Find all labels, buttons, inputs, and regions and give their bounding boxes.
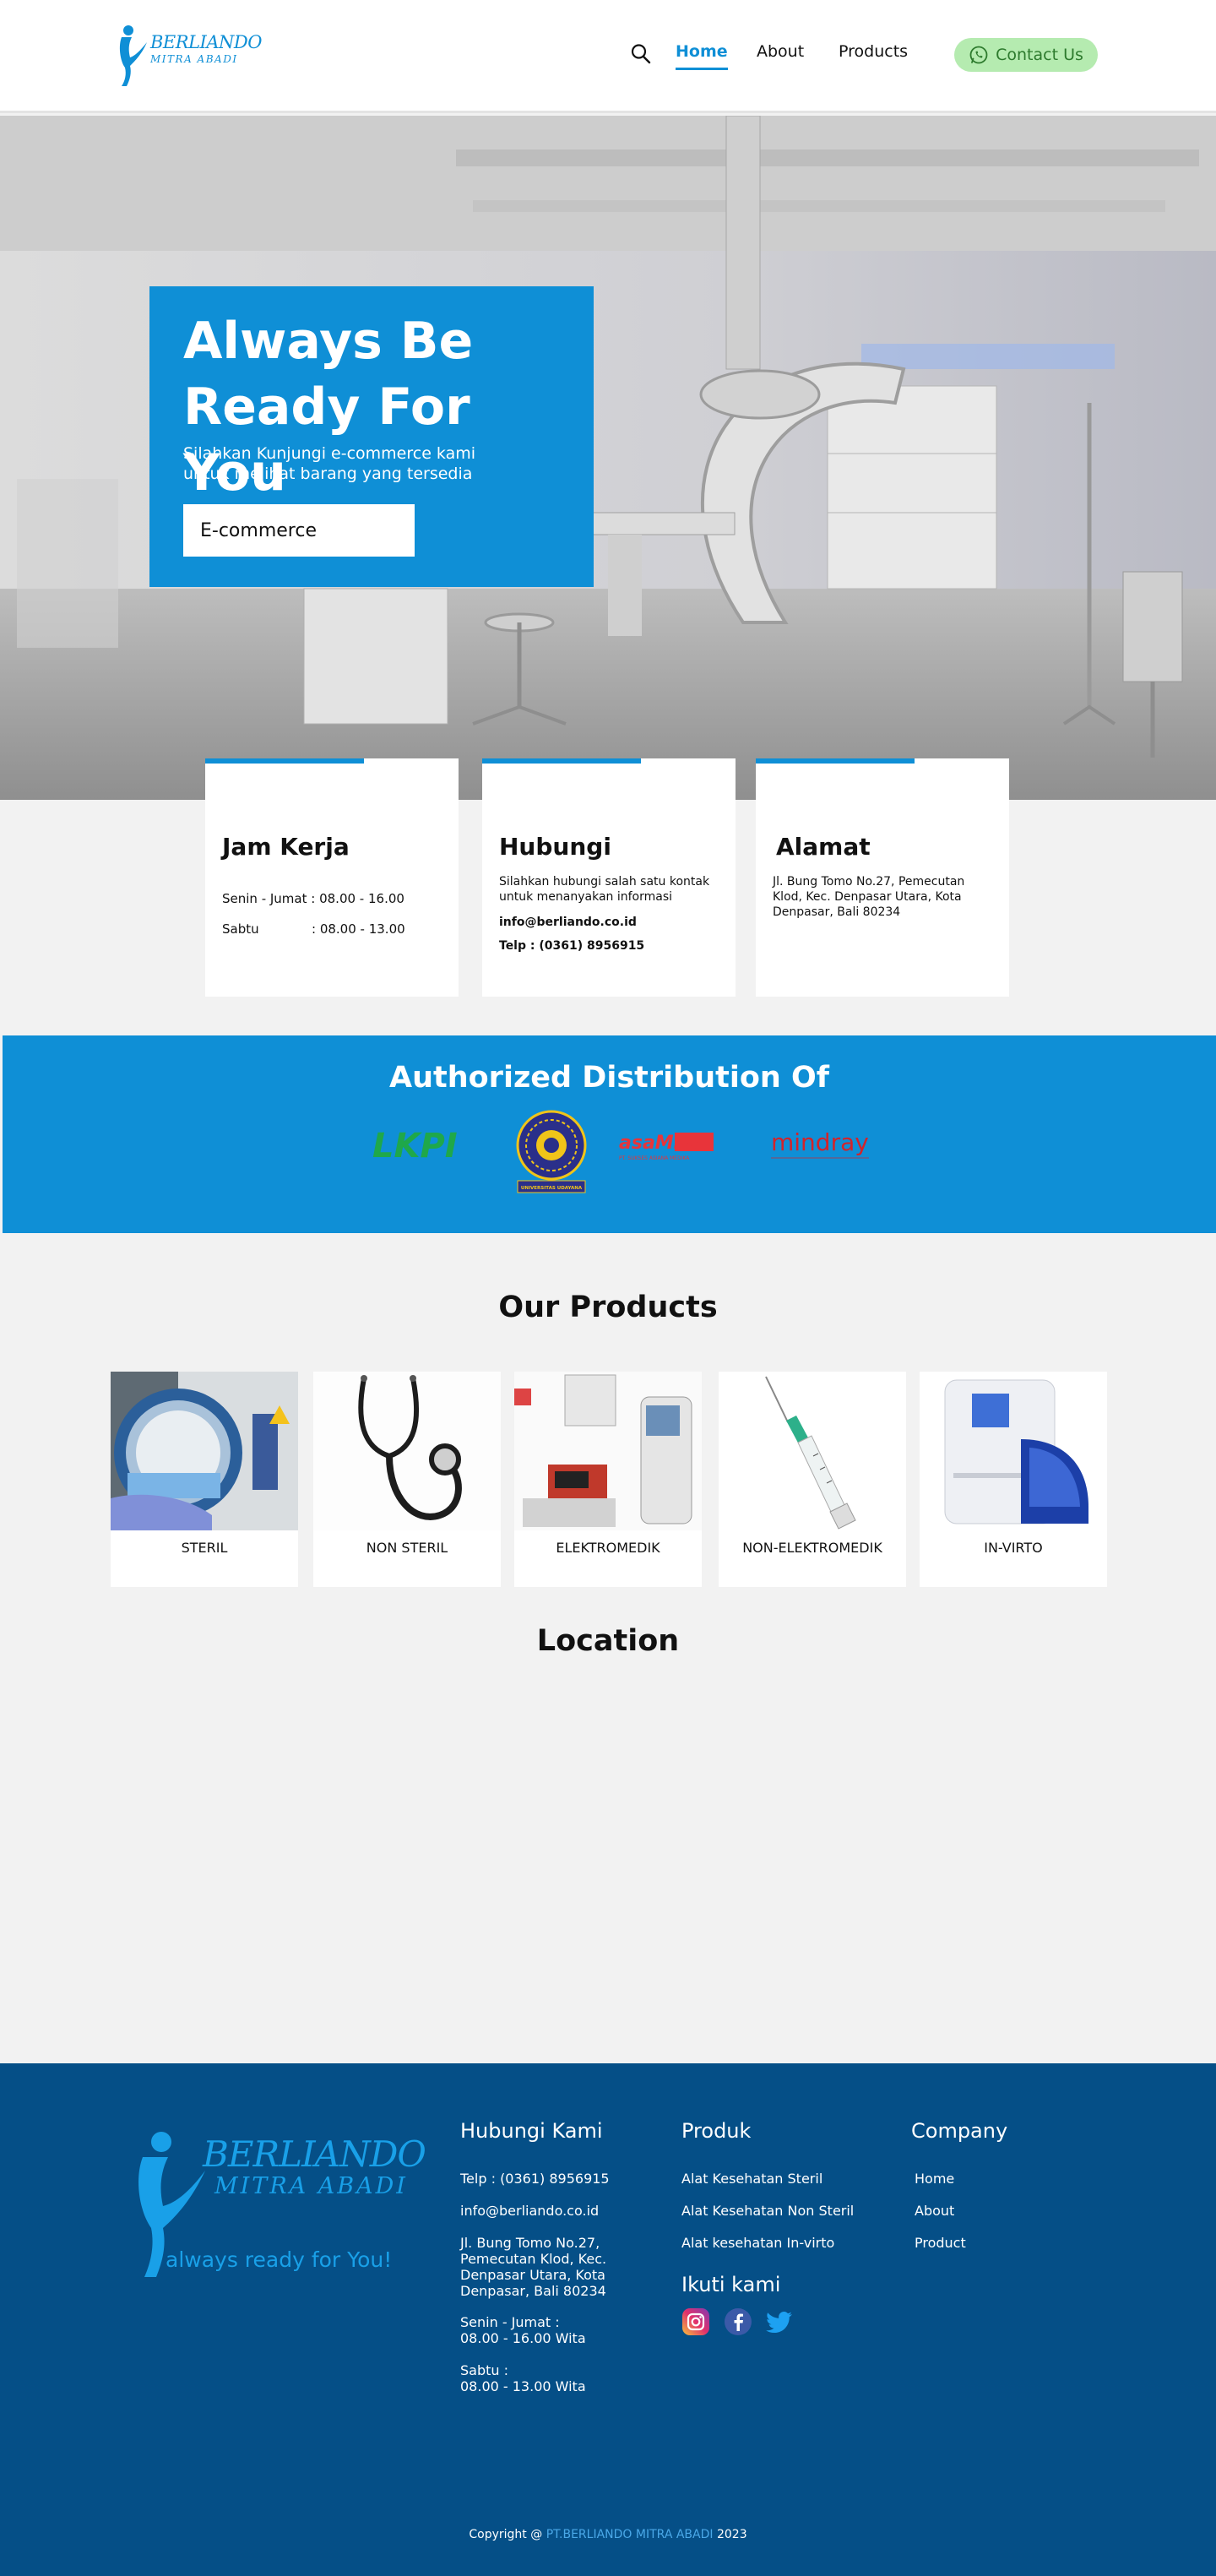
copyright: Copyright @ PT.BERLIANDO MITRA ABADI 202… [0, 2528, 1216, 2541]
asamed-logo-sub: PT. SUKSES ASIANA MEDIKA [619, 1155, 690, 1161]
authorized-section: Authorized Distribution Of LKPI UNIVERSI… [3, 1035, 1216, 1233]
footer-logo-text-main: BERLIANDO [203, 2133, 426, 2175]
footer-email[interactable]: info@berliando.co.id [460, 2203, 599, 2219]
product-image-non-elektromedik [719, 1372, 906, 1530]
site-header: BERLIANDO MITRA ABADI Home About Product… [0, 0, 1216, 113]
hubungi-title: Hubungi [499, 833, 611, 861]
authorized-title: Authorized Distribution Of [388, 1061, 829, 1095]
facebook-link[interactable] [724, 2307, 752, 2336]
footer-ikuti-title: Ikuti kami [681, 2273, 781, 2296]
location-map-area[interactable] [111, 1681, 1105, 2035]
copyright-prefix: Copyright @ [469, 2528, 543, 2541]
unud-logo-text: UNIVERSITAS UDAYANA [521, 1186, 583, 1191]
nav-about[interactable]: About [757, 42, 804, 61]
footer-weekday-label: Senin - Jumat : [460, 2314, 560, 2330]
info-card-alamat: Alamat Jl. Bung Tomo No.27, Pemecutan Kl… [756, 758, 1009, 997]
hero-subtitle: Silahkan Kunjungi e-commerce kami untuk … [183, 444, 476, 483]
whatsapp-icon [969, 46, 988, 64]
location-title: Location [536, 1624, 680, 1658]
brand-logo[interactable]: BERLIANDO MITRA ABADI [117, 20, 262, 88]
contact-us-button[interactable]: Contact Us [954, 38, 1098, 72]
hero-section: Always Be Ready For You Silahkan Kunjung… [0, 116, 1216, 800]
product-image-steril [111, 1372, 298, 1530]
product-image-non-steril [313, 1372, 501, 1530]
footer-produk-title: Produk [681, 2119, 752, 2143]
product-label-non-elektromedik: NON-ELEKTROMEDIK [742, 1540, 882, 1556]
lkpi-logo: LKPI [371, 1123, 464, 1166]
footer-produk-non-steril[interactable]: Alat Kesehatan Non Steril [681, 2203, 854, 2219]
jam-kerja-weekday: Senin - Jumat : 08.00 - 16.00 [222, 891, 404, 906]
product-card-elektromedik[interactable]: ELEKTROMEDIK [514, 1372, 702, 1587]
mindray-logo: mindray [768, 1127, 877, 1166]
product-image-in-virto [920, 1372, 1107, 1530]
footer-company-home[interactable]: Home [915, 2171, 954, 2187]
footer-company-title: Company [911, 2119, 1008, 2143]
hubungi-phone[interactable]: Telp : (0361) 8956915 [499, 939, 644, 953]
jam-kerja-saturday-label: Sabtu [222, 921, 259, 937]
asamed-logo-text: asaMED [619, 1133, 702, 1154]
footer-address: Jl. Bung Tomo No.27, Pemecutan Klod, Kec… [460, 2235, 607, 2299]
search-button[interactable] [630, 42, 652, 66]
alamat-title: Alamat [776, 833, 871, 861]
logo-figure-icon [119, 25, 147, 86]
site-footer: BERLIANDO MITRA ABADI always ready for Y… [0, 2063, 1216, 2576]
logo-text-main: BERLIANDO [150, 32, 262, 52]
footer-produk-steril[interactable]: Alat Kesehatan Steril [681, 2171, 822, 2187]
lkpi-logo-text: LKPI [372, 1127, 458, 1166]
hubungi-email[interactable]: info@berliando.co.id [499, 916, 637, 929]
footer-company-about[interactable]: About [915, 2203, 954, 2219]
footer-saturday-label: Sabtu : [460, 2362, 509, 2378]
facebook-icon [725, 2308, 752, 2335]
info-card-jam-kerja: Jam Kerja Senin - Jumat : 08.00 - 16.00 … [205, 758, 459, 997]
footer-hubungi-title: Hubungi Kami [460, 2119, 603, 2143]
footer-weekday-time: 08.00 - 16.00 Wita [460, 2330, 586, 2346]
copyright-brand[interactable]: PT.BERLIANDO MITRA ABADI [546, 2528, 714, 2541]
hubungi-text: Silahkan hubungi salah satu kontak untuk… [499, 875, 710, 904]
product-card-in-virto[interactable]: IN-VIRTO [920, 1372, 1107, 1587]
footer-tagline: always ready for You! [166, 2247, 393, 2272]
twitter-icon [766, 2312, 792, 2333]
products-title: Our Products [498, 1291, 718, 1324]
jam-kerja-saturday-time: : 08.00 - 13.00 [312, 921, 405, 937]
mindray-logo-text: mindray [771, 1128, 869, 1156]
info-card-hubungi: Hubungi Silahkan hubungi salah satu kont… [482, 758, 736, 997]
product-label-steril: STERIL [181, 1540, 228, 1556]
twitter-link[interactable] [765, 2307, 794, 2336]
product-label-non-steril: NON STERIL [366, 1540, 448, 1556]
product-card-steril[interactable]: STERIL [111, 1372, 298, 1587]
unud-logo: UNIVERSITAS UDAYANA [514, 1110, 589, 1194]
search-icon [631, 44, 651, 64]
hero-card: Always Be Ready For You Silahkan Kunjung… [149, 286, 594, 587]
nav-products[interactable]: Products [839, 42, 908, 61]
nav-home[interactable]: Home [676, 42, 728, 70]
product-card-non-steril[interactable]: NON STERIL [313, 1372, 501, 1587]
instagram-link[interactable] [681, 2307, 710, 2336]
copyright-year: 2023 [716, 2528, 747, 2541]
logo-text-sub: MITRA ABADI [150, 53, 238, 65]
product-label-in-virto: IN-VIRTO [984, 1540, 1043, 1556]
instagram-icon [682, 2308, 709, 2335]
ecommerce-button[interactable]: E-commerce [183, 504, 415, 557]
footer-produk-in-virto[interactable]: Alat kesehatan In-virto [681, 2235, 834, 2251]
footer-logo-text-sub: MITRA ABADI [214, 2173, 408, 2199]
contact-us-label: Contact Us [996, 46, 1083, 64]
footer-company-product[interactable]: Product [915, 2235, 966, 2251]
product-label-elektromedik: ELEKTROMEDIK [556, 1540, 660, 1556]
product-image-elektromedik [514, 1372, 702, 1530]
footer-saturday-time: 08.00 - 13.00 Wita [460, 2378, 586, 2394]
asamed-logo: asaMED PT. SUKSES ASIANA MEDIKA [617, 1130, 715, 1164]
footer-phone[interactable]: Telp : (0361) 8956915 [460, 2171, 610, 2187]
alamat-text: Jl. Bung Tomo No.27, Pemecutan Klod, Kec… [773, 875, 965, 919]
jam-kerja-title: Jam Kerja [222, 833, 350, 861]
product-card-non-elektromedik[interactable]: NON-ELEKTROMEDIK [719, 1372, 906, 1587]
